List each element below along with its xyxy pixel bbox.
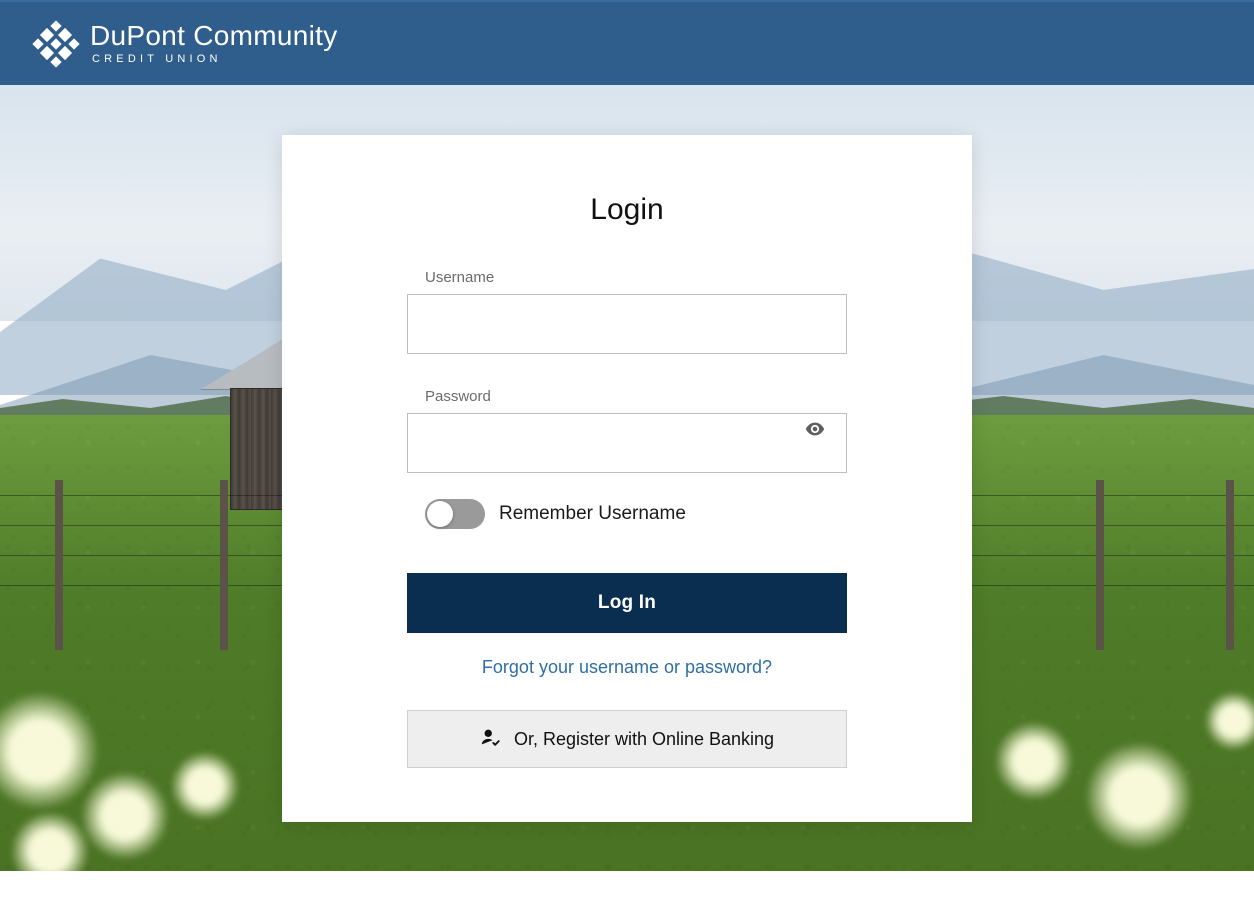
remember-username-row: Remember Username xyxy=(425,499,847,529)
brand-logo[interactable]: DuPont Community CREDIT UNION xyxy=(32,20,338,68)
password-input[interactable] xyxy=(407,413,847,473)
username-label: Username xyxy=(407,269,847,286)
forgot-credentials-link[interactable]: Forgot your username or password? xyxy=(407,657,847,678)
brand-name: DuPont Community xyxy=(90,22,338,50)
toggle-password-visibility-button[interactable] xyxy=(797,413,833,449)
register-button[interactable]: Or, Register with Online Banking xyxy=(407,710,847,768)
brand-subtitle: CREDIT UNION xyxy=(90,54,338,65)
hero-section: Login Username Password Remember Usernam… xyxy=(0,85,1254,871)
footer-strip xyxy=(0,871,1254,905)
login-button[interactable]: Log In xyxy=(407,573,847,633)
diamond-lattice-icon xyxy=(32,20,80,68)
password-field-group: Password xyxy=(407,388,847,473)
username-input[interactable] xyxy=(407,294,847,354)
remember-username-toggle[interactable] xyxy=(425,499,485,529)
password-label: Password xyxy=(407,388,847,405)
register-button-label: Or, Register with Online Banking xyxy=(514,729,774,750)
username-field-group: Username xyxy=(407,269,847,354)
brand-text: DuPont Community CREDIT UNION xyxy=(90,22,338,65)
person-check-icon xyxy=(480,726,502,753)
remember-username-label: Remember Username xyxy=(499,503,686,525)
eye-icon xyxy=(804,418,826,443)
login-card: Login Username Password Remember Usernam… xyxy=(282,135,972,822)
app-header: DuPont Community CREDIT UNION xyxy=(0,0,1254,85)
login-title: Login xyxy=(407,193,847,227)
